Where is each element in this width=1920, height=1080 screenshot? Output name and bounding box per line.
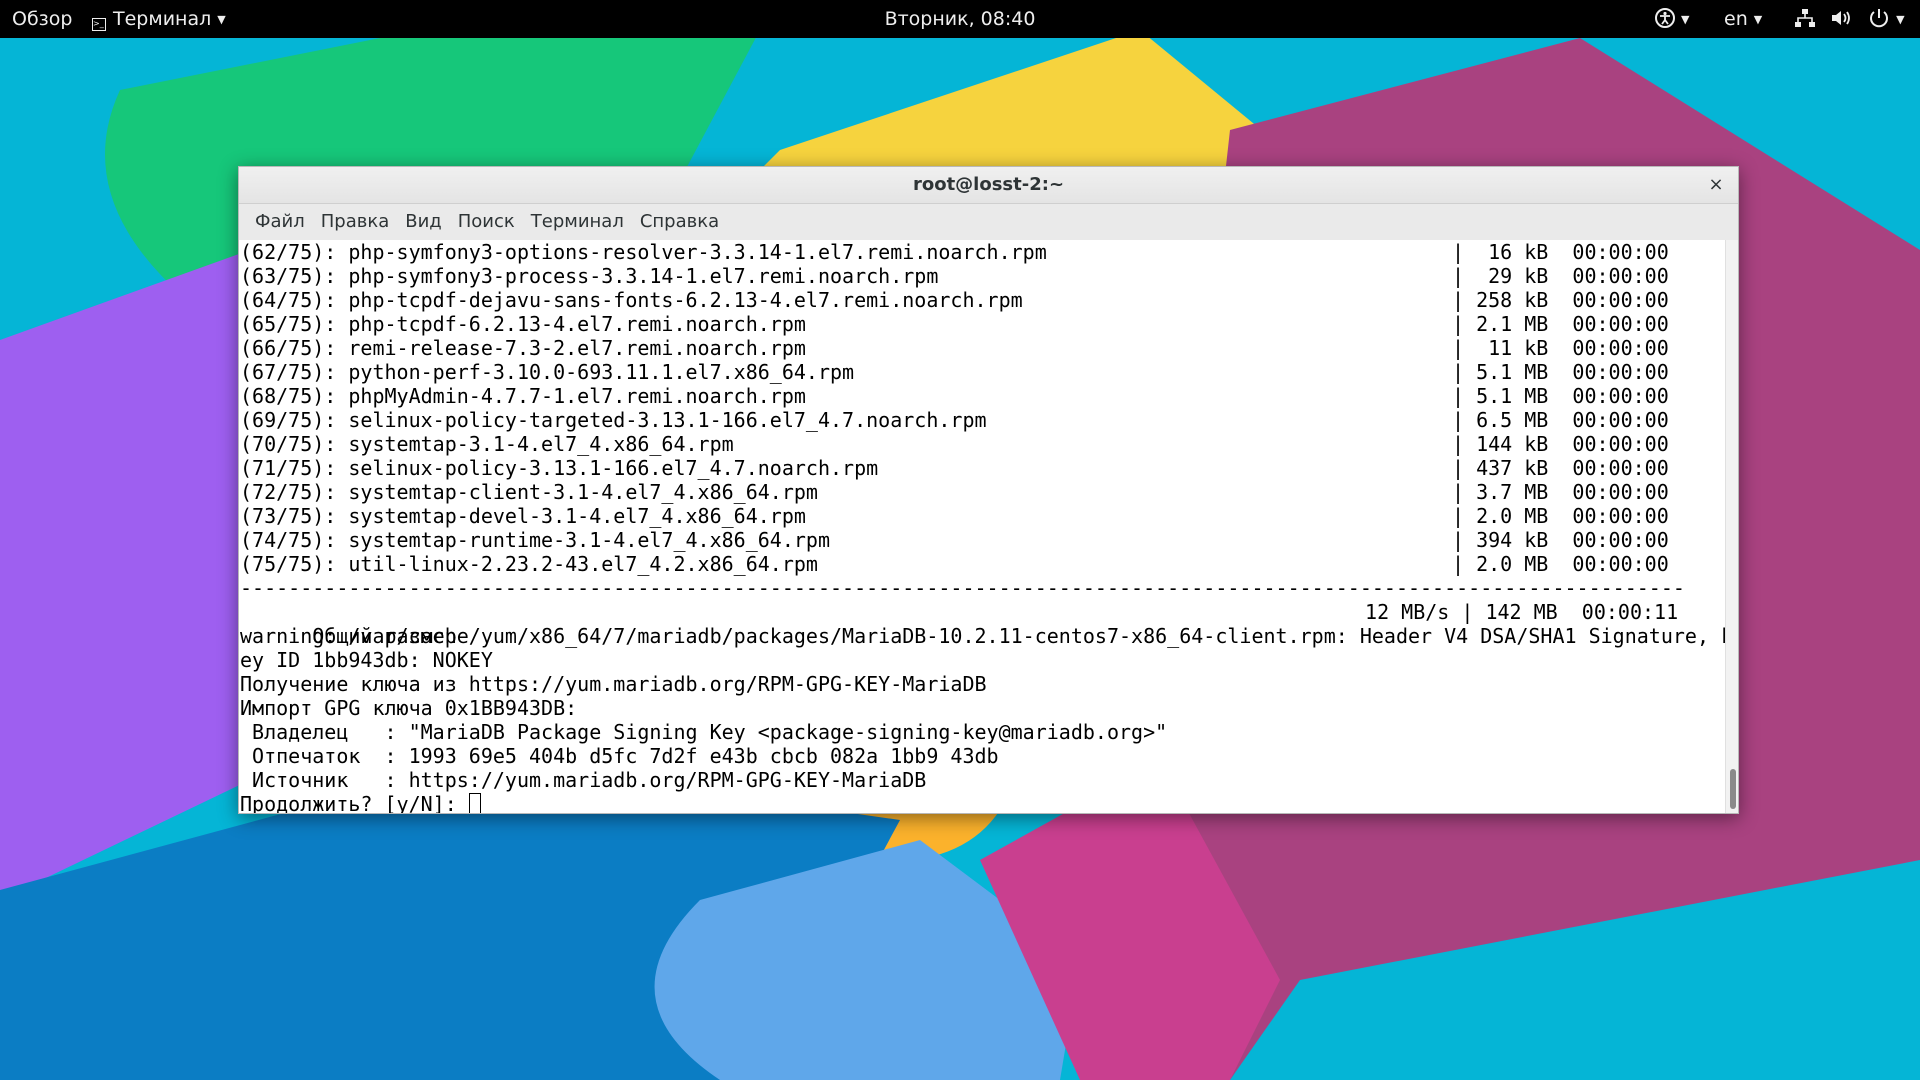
package-name: (73/75): systemtap-devel-3.1-4.el7_4.x86… [240, 504, 806, 528]
terminal-output[interactable]: (62/75): php-symfony3-options-resolver-3… [239, 240, 1726, 813]
clock[interactable]: Вторник, 08:40 [0, 0, 1920, 38]
package-size-time: | 3.7 MB 00:00:00 [1452, 480, 1669, 504]
terminal-line: Импорт GPG ключа 0x1BB943DB: [240, 696, 578, 720]
package-line: (72/75): systemtap-client-3.1-4.el7_4.x8… [239, 480, 1726, 504]
language-menu[interactable]: en ▼ [1724, 0, 1762, 38]
package-line: (71/75): selinux-policy-3.13.1-166.el7_4… [239, 456, 1726, 480]
package-size-time: | 5.1 MB 00:00:00 [1452, 384, 1669, 408]
menu-bar: Файл Правка Вид Поиск Терминал Справка [239, 204, 1738, 241]
package-line: (64/75): php-tcpdf-dejavu-sans-fonts-6.2… [239, 288, 1726, 312]
package-name: (68/75): phpMyAdmin-4.7.7-1.el7.remi.noa… [240, 384, 806, 408]
window-titlebar[interactable]: root@losst-2:~ × [239, 167, 1738, 204]
chevron-down-icon: ▼ [1681, 13, 1690, 26]
package-name: (75/75): util-linux-2.23.2-43.el7_4.2.x8… [240, 552, 818, 576]
menu-view[interactable]: Вид [397, 204, 450, 240]
window-title: root@losst-2:~ [912, 174, 1065, 195]
package-download-list: (62/75): php-symfony3-options-resolver-3… [239, 240, 1726, 576]
package-name: (70/75): systemtap-3.1-4.el7_4.x86_64.rp… [240, 432, 734, 456]
package-size-time: | 6.5 MB 00:00:00 [1452, 408, 1669, 432]
package-size-time: | 29 kB 00:00:00 [1452, 264, 1669, 288]
network-icon [1795, 9, 1815, 27]
package-line: (73/75): systemtap-devel-3.1-4.el7_4.x86… [239, 504, 1726, 528]
package-size-time: | 11 kB 00:00:00 [1452, 336, 1669, 360]
scrollbar[interactable] [1725, 240, 1738, 813]
package-name: (64/75): php-tcpdf-dejavu-sans-fonts-6.2… [240, 288, 1023, 312]
package-size-time: | 2.1 MB 00:00:00 [1452, 312, 1669, 336]
terminal-line: Владелец : "MariaDB Package Signing Key … [240, 720, 1168, 744]
package-size-time: | 394 kB 00:00:00 [1452, 528, 1669, 552]
package-line: (75/75): util-linux-2.23.2-43.el7_4.2.x8… [239, 552, 1726, 576]
total-size-info: 12 MB/s | 142 MB 00:00:11 [1353, 600, 1679, 624]
scrollbar-thumb[interactable] [1730, 769, 1736, 809]
total-size-line: Общий размер 12 MB/s | 142 MB 00:00:11 [239, 600, 1726, 648]
volume-icon [1832, 11, 1850, 25]
package-size-time: | 5.1 MB 00:00:00 [1452, 360, 1669, 384]
terminal-line: Получение ключа из https://yum.mariadb.o… [240, 672, 987, 696]
language-label: en [1724, 8, 1748, 30]
chevron-down-icon: ▼ [1753, 13, 1763, 26]
terminal-line: warning: /var/cache/yum/x86_64/7/mariadb… [240, 624, 1726, 648]
terminal-line: Источник : https://yum.mariadb.org/RPM-G… [240, 768, 927, 792]
app-menu-button[interactable]: >_ Терминал ▼ [92, 0, 226, 38]
package-size-time: | 16 kB 00:00:00 [1452, 240, 1669, 264]
package-line: (62/75): php-symfony3-options-resolver-3… [239, 240, 1726, 264]
package-name: (66/75): remi-release-7.3-2.el7.remi.noa… [240, 336, 806, 360]
activities-label: Обзор [12, 8, 73, 30]
package-line: (74/75): systemtap-runtime-3.1-4.el7_4.x… [239, 528, 1726, 552]
package-name: (69/75): selinux-policy-targeted-3.13.1-… [240, 408, 987, 432]
package-size-time: | 2.0 MB 00:00:00 [1452, 504, 1669, 528]
total-size-label: Общий размер [312, 624, 457, 648]
package-name: (67/75): python-perf-3.10.0-693.11.1.el7… [240, 360, 855, 384]
package-name: (65/75): php-tcpdf-6.2.13-4.el7.remi.noa… [240, 312, 806, 336]
menu-file[interactable]: Файл [247, 204, 313, 240]
package-line: (68/75): phpMyAdmin-4.7.7-1.el7.remi.noa… [239, 384, 1726, 408]
package-size-time: | 258 kB 00:00:00 [1452, 288, 1669, 312]
terminal-window: root@losst-2:~ × Файл Правка Вид Поиск Т… [238, 166, 1739, 814]
system-menu[interactable]: ▼ [1794, 0, 1905, 38]
package-name: (71/75): selinux-policy-3.13.1-166.el7_4… [240, 456, 879, 480]
prompt-text: Продолжить? [y/N]: [240, 792, 469, 813]
separator-line: ----------------------------------------… [240, 576, 1685, 600]
terminal-icon: >_ [92, 18, 106, 31]
power-icon [1870, 9, 1889, 28]
clock-label: Вторник, 08:40 [884, 8, 1036, 30]
menu-edit[interactable]: Правка [313, 204, 398, 240]
terminal-line: ey ID 1bb943db: NOKEY [240, 648, 493, 672]
package-line: (70/75): systemtap-3.1-4.el7_4.x86_64.rp… [239, 432, 1726, 456]
package-name: (74/75): systemtap-runtime-3.1-4.el7_4.x… [240, 528, 831, 552]
accessibility-menu[interactable]: ▼ [1655, 0, 1689, 38]
chevron-down-icon: ▼ [1896, 13, 1905, 26]
package-line: (69/75): selinux-policy-targeted-3.13.1-… [239, 408, 1726, 432]
menu-terminal[interactable]: Терминал [523, 204, 632, 240]
prompt-line: Продолжить? [y/N]: [239, 792, 1726, 813]
app-menu-label: Терминал [113, 8, 212, 30]
package-name: (72/75): systemtap-client-3.1-4.el7_4.x8… [240, 480, 818, 504]
package-name: (63/75): php-symfony3-process-3.3.14-1.e… [240, 264, 939, 288]
package-line: (66/75): remi-release-7.3-2.el7.remi.noa… [239, 336, 1726, 360]
package-line: (67/75): python-perf-3.10.0-693.11.1.el7… [239, 360, 1726, 384]
activities-button[interactable]: Обзор [12, 0, 72, 38]
package-size-time: | 144 kB 00:00:00 [1452, 432, 1669, 456]
package-size-time: | 2.0 MB 00:00:00 [1452, 552, 1669, 576]
chevron-down-icon: ▼ [217, 13, 226, 26]
accessibility-icon [1655, 8, 1675, 28]
package-line: (63/75): php-symfony3-process-3.3.14-1.e… [239, 264, 1726, 288]
menu-help[interactable]: Справка [632, 204, 727, 240]
text-cursor [468, 793, 481, 813]
menu-search[interactable]: Поиск [450, 204, 523, 240]
terminal-line: Отпечаток : 1993 69e5 404b d5fc 7d2f e43… [240, 744, 999, 768]
top-bar: Обзор >_ Терминал ▼ Вторник, 08:40 ▼ en ▼ ▼ [0, 0, 1920, 38]
close-button[interactable]: × [1704, 173, 1728, 197]
package-line: (65/75): php-tcpdf-6.2.13-4.el7.remi.noa… [239, 312, 1726, 336]
package-size-time: | 437 kB 00:00:00 [1452, 456, 1669, 480]
package-name: (62/75): php-symfony3-options-resolver-3… [240, 240, 1047, 264]
